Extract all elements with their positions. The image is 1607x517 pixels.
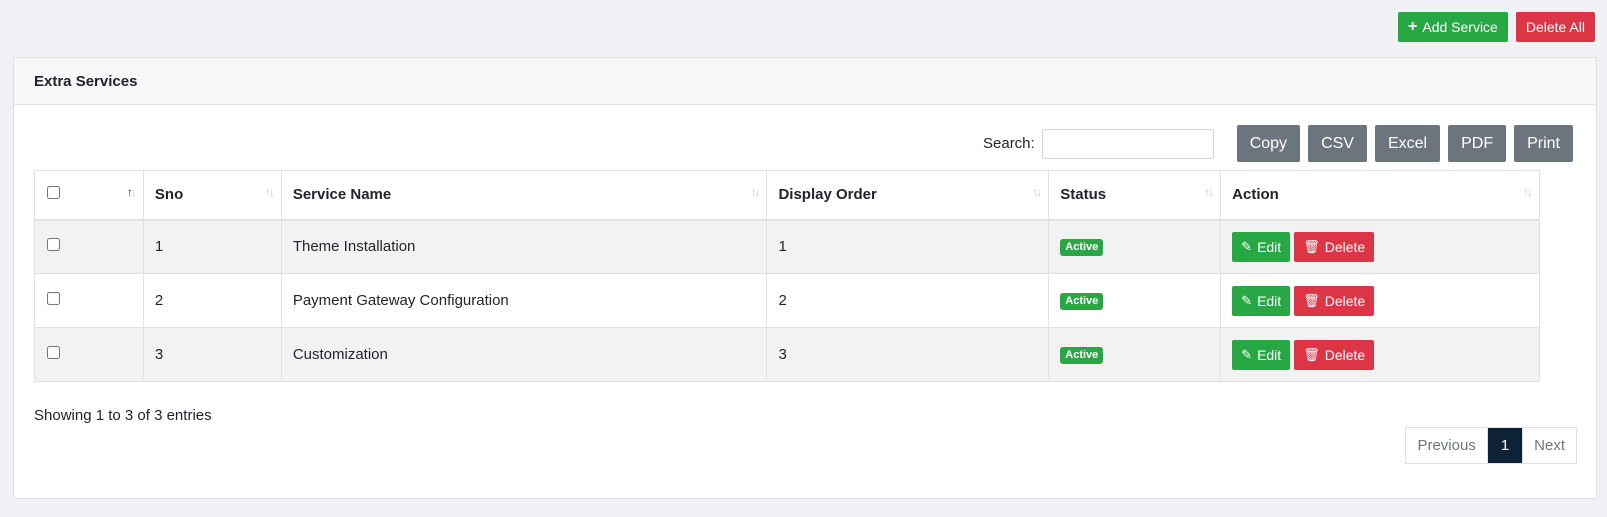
edit-icon: ✎	[1241, 238, 1253, 254]
add-service-label: Add Service	[1422, 19, 1498, 35]
plus-icon: +	[1408, 18, 1418, 35]
column-action[interactable]: Action ↑↓	[1220, 170, 1540, 221]
row-select-cell	[34, 219, 144, 274]
status-cell: Active	[1048, 273, 1222, 328]
csv-button[interactable]: CSV	[1308, 125, 1367, 162]
sort-icon: ↑↓	[750, 185, 760, 199]
delete-label: Delete	[1324, 346, 1366, 363]
delete-button[interactable]: 🗑 Delete	[1294, 285, 1375, 316]
service-name-cell: Theme Installation	[280, 219, 768, 274]
table-toolbar: Search: Copy CSV Excel PDF Print	[983, 125, 1573, 162]
pagination-page-1[interactable]: 1	[1487, 428, 1523, 463]
row-select-cell	[34, 273, 144, 328]
display-order-cell: 2	[766, 273, 1050, 328]
sno-cell: 2	[142, 273, 282, 328]
status-cell: Active	[1048, 327, 1222, 382]
row-select-cell	[34, 327, 144, 382]
pagination-previous[interactable]: Previous	[1406, 428, 1488, 463]
pagination: Previous 1 Next	[1405, 427, 1577, 464]
delete-button[interactable]: 🗑 Delete	[1294, 231, 1375, 262]
column-service-name[interactable]: Service Name ↑↓	[280, 170, 768, 221]
service-name-cell: Payment Gateway Configuration	[280, 273, 768, 328]
edit-label: Edit	[1257, 346, 1282, 363]
trash-icon: 🗑	[1303, 346, 1320, 362]
action-cell: ✎ Edit 🗑 Delete	[1220, 219, 1540, 274]
search-input[interactable]	[1041, 128, 1214, 159]
print-button[interactable]: Print	[1514, 125, 1573, 162]
action-cell: ✎ Edit 🗑 Delete	[1220, 327, 1540, 382]
edit-label: Edit	[1257, 238, 1282, 255]
delete-label: Delete	[1324, 238, 1366, 255]
delete-button[interactable]: 🗑 Delete	[1294, 339, 1375, 370]
row-checkbox[interactable]	[47, 238, 60, 252]
search-label: Search:	[983, 135, 1035, 152]
delete-all-button[interactable]: Delete All	[1515, 12, 1595, 42]
column-display-order-label: Display Order	[778, 186, 877, 204]
header-actions: + Add Service Delete All	[1398, 12, 1595, 42]
extra-services-card: Extra Services Search: Copy CSV Excel PD…	[13, 57, 1597, 499]
column-select[interactable]: ↑↓	[34, 170, 144, 221]
table-row: 2 Payment Gateway Configuration 2 Active…	[34, 273, 1540, 328]
row-checkbox[interactable]	[47, 346, 60, 359]
excel-button[interactable]: Excel	[1374, 125, 1441, 162]
column-action-label: Action	[1232, 186, 1279, 204]
table-row: 1 Theme Installation 1 Active ✎ Edit 🗑 Dele…	[34, 219, 1540, 274]
column-status[interactable]: Status ↑↓	[1048, 170, 1222, 221]
table-row: 3 Customization 3 Active ✎ Edit 🗑 Delete	[34, 327, 1540, 382]
delete-label: Delete	[1324, 292, 1366, 309]
select-all-checkbox[interactable]	[47, 186, 60, 200]
trash-icon: 🗑	[1303, 292, 1320, 308]
edit-button[interactable]: ✎ Edit	[1232, 339, 1291, 370]
edit-button[interactable]: ✎ Edit	[1232, 285, 1291, 316]
status-badge: Active	[1060, 347, 1104, 364]
column-service-name-label: Service Name	[292, 186, 392, 204]
column-sno[interactable]: Sno ↑↓	[142, 170, 282, 221]
edit-label: Edit	[1257, 292, 1282, 309]
service-name-cell: Customization	[280, 327, 768, 382]
card-title: Extra Services	[14, 58, 1596, 105]
pdf-button[interactable]: PDF	[1448, 125, 1507, 162]
edit-icon: ✎	[1241, 292, 1253, 308]
status-badge: Active	[1060, 293, 1104, 310]
status-badge: Active	[1060, 239, 1104, 257]
sort-icon: ↑↓	[126, 185, 137, 199]
row-checkbox[interactable]	[47, 292, 60, 305]
edit-button[interactable]: ✎ Edit	[1232, 231, 1291, 262]
trash-icon: 🗑	[1303, 238, 1320, 254]
sno-cell: 3	[142, 327, 282, 382]
copy-button[interactable]: Copy	[1236, 125, 1301, 162]
sort-icon: ↑↓	[1523, 185, 1533, 199]
status-cell: Active	[1048, 219, 1222, 274]
column-sno-label: Sno	[154, 186, 184, 204]
services-table: ↑↓ Sno ↑↓ Service Name ↑↓ Display Order …	[34, 170, 1540, 382]
sort-icon: ↑↓	[1032, 185, 1042, 199]
sno-cell: 1	[142, 219, 282, 274]
sort-icon: ↑↓	[264, 185, 275, 199]
column-status-label: Status	[1060, 186, 1107, 204]
display-order-cell: 1	[766, 219, 1050, 274]
action-cell: ✎ Edit 🗑 Delete	[1220, 273, 1540, 328]
table-header-row: ↑↓ Sno ↑↓ Service Name ↑↓ Display Order …	[34, 170, 1540, 221]
column-display-order[interactable]: Display Order ↑↓	[766, 170, 1050, 221]
table-info: Showing 1 to 3 of 3 entries	[34, 407, 212, 424]
sort-icon: ↑↓	[1204, 185, 1214, 199]
edit-icon: ✎	[1241, 346, 1253, 362]
display-order-cell: 3	[766, 327, 1050, 382]
add-service-button[interactable]: + Add Service	[1398, 12, 1508, 42]
pagination-next[interactable]: Next	[1522, 428, 1576, 463]
